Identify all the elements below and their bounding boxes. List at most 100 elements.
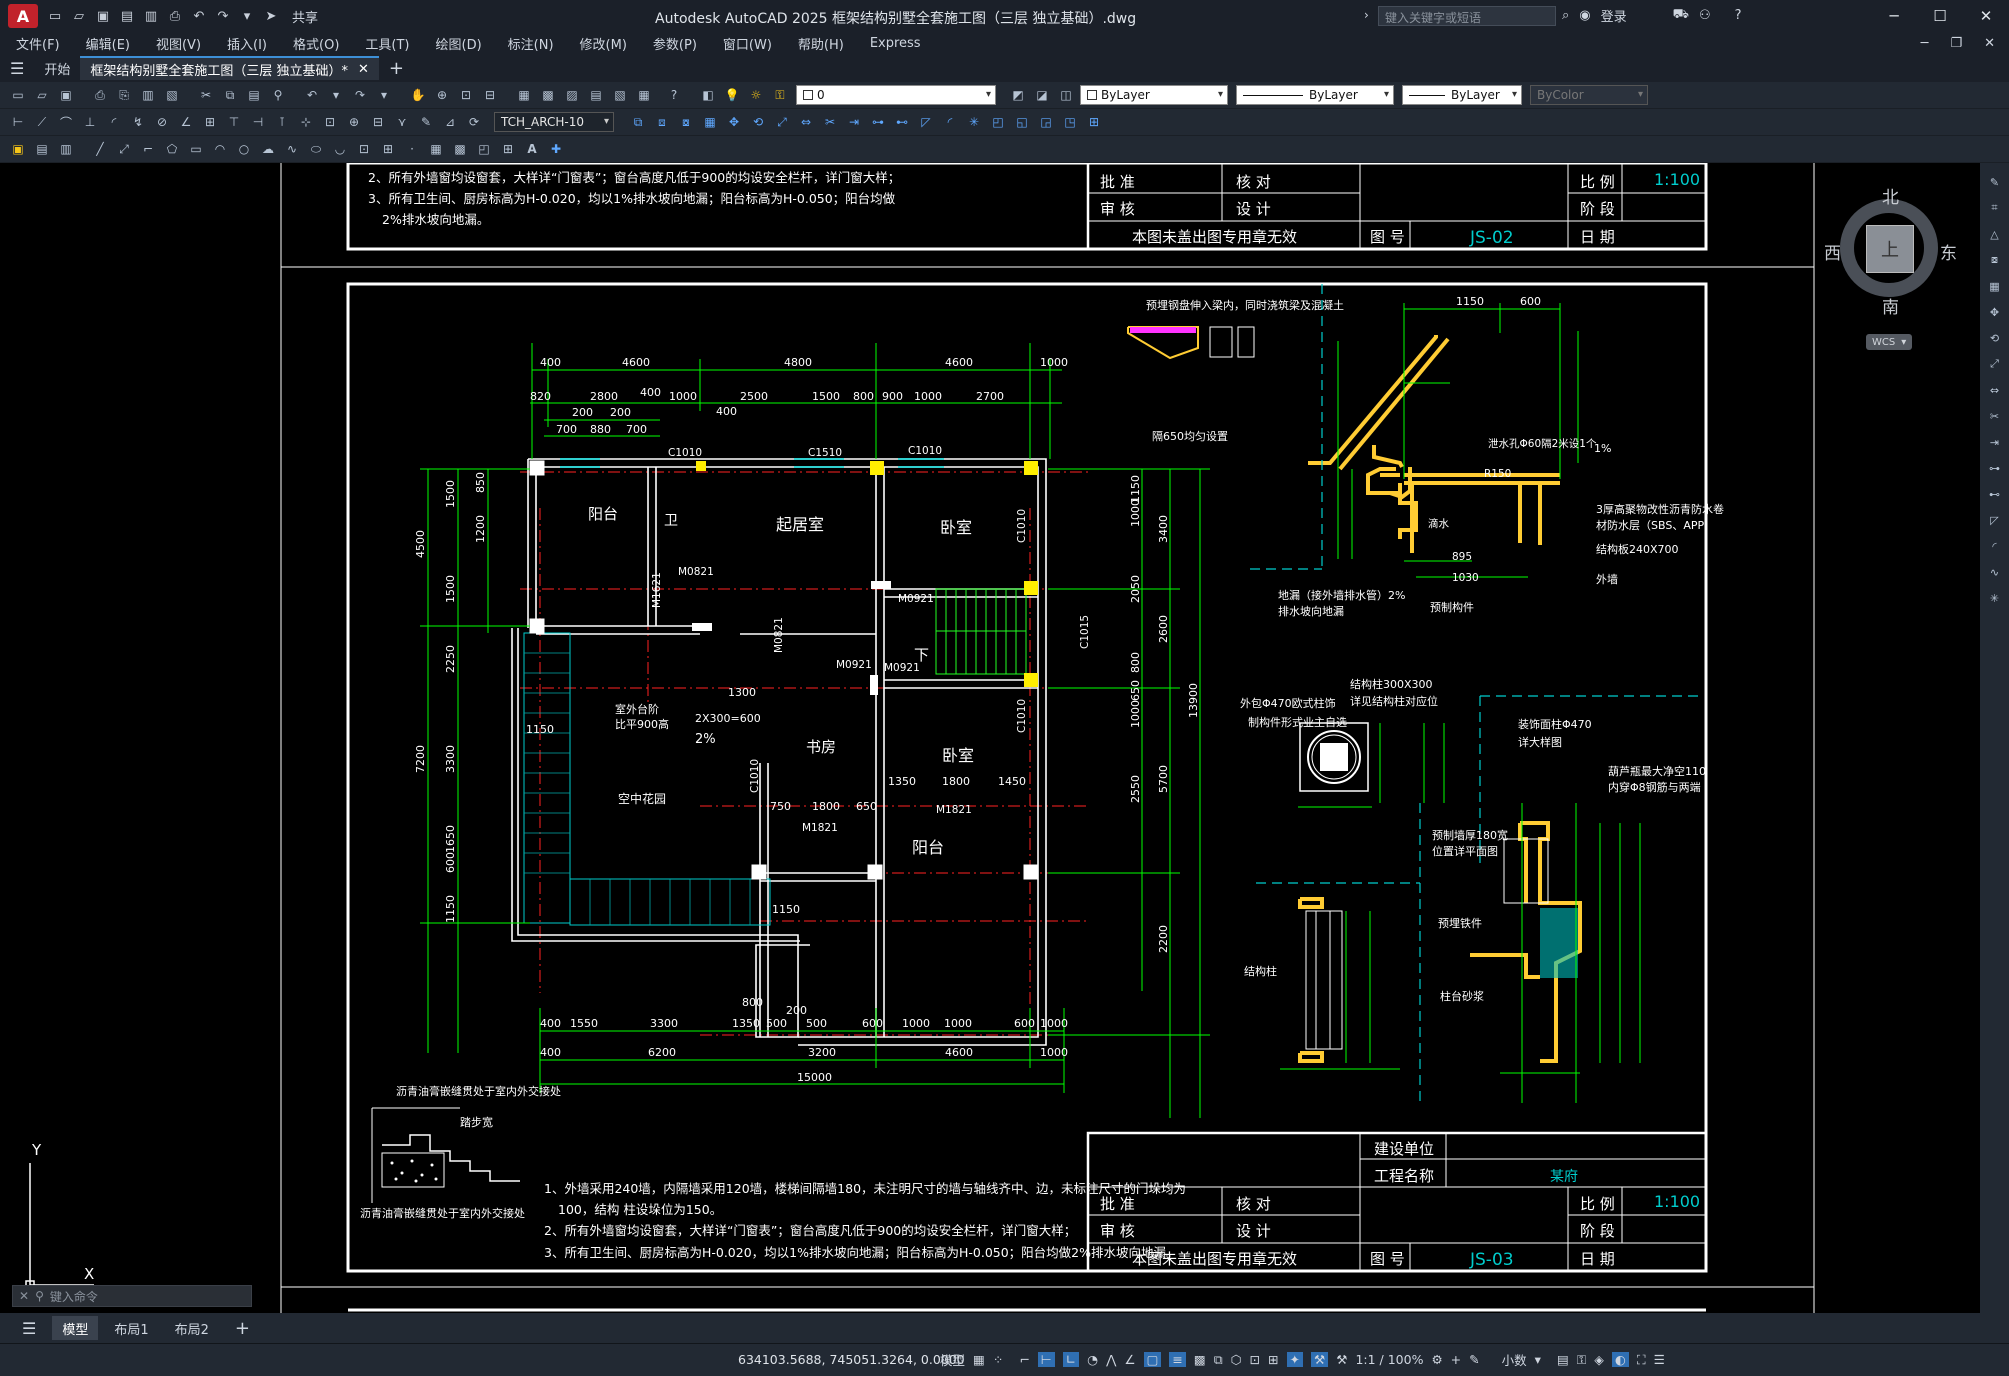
scale-icon[interactable]: ⤢ [1986, 355, 2004, 373]
command-settings-icon[interactable]: ⚲ [35, 1289, 44, 1303]
tab-layout2[interactable]: 布局2 [165, 1316, 219, 1340]
join-icon[interactable]: ⊷ [892, 112, 912, 132]
design-center-icon[interactable]: ▩ [538, 85, 558, 105]
tab-start[interactable]: 开始 [34, 56, 80, 80]
sheet-set-icon[interactable]: ▤ [586, 85, 606, 105]
properties-icon[interactable]: ▦ [514, 85, 534, 105]
dynamic-input-icon[interactable]: ⊢ [1037, 1352, 1055, 1367]
layer-previous-icon[interactable]: ◪ [1032, 85, 1052, 105]
login-button[interactable]: 登录 [1601, 6, 1627, 25]
calculator-icon[interactable]: ▦ [634, 85, 654, 105]
plot-preview-icon[interactable]: ⎘ [114, 85, 134, 105]
layer-states-icon[interactable]: ◫ [1056, 85, 1076, 105]
workspace-icon[interactable]: ⚙ [1431, 1352, 1442, 1367]
save-icon[interactable]: ▣ [56, 85, 76, 105]
undo-icon[interactable]: ↶ [190, 7, 208, 25]
break-icon[interactable]: ⊶ [868, 112, 888, 132]
lock-ui-icon[interactable]: ⚿ [1577, 1352, 1587, 1368]
block-icon[interactable]: ◳ [1060, 112, 1080, 132]
new-icon[interactable]: ▭ [8, 85, 28, 105]
baseline-dim-icon[interactable]: ⊤ [224, 112, 244, 132]
layer-properties-icon[interactable]: ◧ [698, 85, 718, 105]
xline-icon[interactable]: ⤢ [114, 139, 134, 159]
menu-modify[interactable]: 修改(M) [580, 34, 627, 53]
undo-dropdown-icon[interactable]: ▾ [326, 85, 346, 105]
customize-dropdown-icon[interactable]: ▾ [238, 7, 256, 25]
drawing-canvas[interactable]: 2、所有外墙窗均设窗套，大样详“门窗表”；窗台高度凡低于900的均设安全栏杆，详… [0, 163, 1980, 1313]
make-block-icon[interactable]: ⊞ [378, 139, 398, 159]
cart-icon[interactable]: ⛟ [1673, 7, 1689, 24]
customization-icon[interactable]: ☰ [1654, 1352, 1665, 1367]
zoom-window-icon[interactable]: ⊡ [456, 85, 476, 105]
layer-walk-icon[interactable]: ▥ [56, 139, 76, 159]
search-icon[interactable]: ⌕ [1562, 8, 1569, 23]
hatch-icon[interactable]: ▦ [426, 139, 446, 159]
doc-minimize-icon[interactable]: ─ [1921, 36, 1929, 51]
linear-dim-icon[interactable]: ⊢ [8, 112, 28, 132]
dynamic-ucs-icon[interactable]: ⊡ [1250, 1352, 1260, 1367]
polygon-icon[interactable]: ⬠ [162, 139, 182, 159]
graphics-performance-icon[interactable]: ◐ [1611, 1352, 1629, 1367]
tab-drawing[interactable]: 框架结构别墅全套施工图（三层 独立基础）* ✕ [80, 56, 379, 80]
redo-icon[interactable]: ↷ [214, 7, 232, 25]
extend-icon[interactable]: ⇥ [1986, 433, 2004, 451]
ellipse-arc-icon[interactable]: ◡ [330, 139, 350, 159]
explode-icon[interactable]: ✳ [1986, 589, 2004, 607]
rotate-icon[interactable]: ⟲ [748, 112, 768, 132]
new-tab-icon[interactable]: + [379, 56, 414, 80]
tab-layout1[interactable]: 布局1 [104, 1316, 158, 1340]
menu-edit[interactable]: 编辑(E) [86, 34, 130, 53]
application-menu-button[interactable]: A [8, 4, 38, 28]
coordinate-readout[interactable]: 634103.5688, 745051.3264, 0.0000 [738, 1352, 965, 1367]
auto-scale-icon[interactable]: ⚒ [1336, 1352, 1347, 1367]
layer-freeze-icon[interactable]: ☼ [746, 85, 766, 105]
radius-dim-icon[interactable]: ◜ [104, 112, 124, 132]
fillet-icon[interactable]: ◜ [1986, 537, 2004, 555]
extend-icon[interactable]: ⇥ [844, 112, 864, 132]
tab-menu-icon[interactable]: ☰ [0, 56, 34, 80]
tool-palettes-icon[interactable]: ▨ [562, 85, 582, 105]
save-icon[interactable]: ▣ [94, 7, 112, 25]
gradient-icon[interactable]: ▩ [450, 139, 470, 159]
viewcube-east[interactable]: 东 [1940, 239, 1957, 264]
ordinate-dim-icon[interactable]: ⊥ [80, 112, 100, 132]
clean-screen-icon[interactable]: ⛶ [1637, 1352, 1646, 1368]
isolate-objects-icon[interactable]: ◈ [1594, 1352, 1604, 1367]
menu-view[interactable]: 视图(V) [156, 34, 201, 53]
menu-insert[interactable]: 插入(I) [227, 34, 267, 53]
layer-on-icon[interactable]: 💡 [722, 85, 742, 105]
circle-icon[interactable]: ○ [234, 139, 254, 159]
point-icon[interactable]: · [402, 139, 422, 159]
continue-dim-icon[interactable]: ⊣ [248, 112, 268, 132]
wcs-menu[interactable]: WCS ▾ [1866, 334, 1912, 350]
object-snap-icon[interactable]: ▢ [1143, 1352, 1162, 1367]
copy-icon[interactable]: ⧉ [628, 112, 648, 132]
insert-icon[interactable]: ⊞ [1084, 112, 1104, 132]
transparency-icon[interactable]: ▩ [1194, 1352, 1206, 1367]
markup-icon[interactable]: ▧ [610, 85, 630, 105]
paste-special-icon[interactable]: ▣ [8, 139, 28, 159]
tolerance-icon[interactable]: ⊡ [320, 112, 340, 132]
menu-window[interactable]: 窗口(W) [723, 34, 772, 53]
menu-tools[interactable]: 工具(T) [365, 34, 409, 53]
undo-icon[interactable]: ↶ [302, 85, 322, 105]
annotation-scale[interactable]: 1:1 / 100% [1355, 1352, 1423, 1367]
fillet-icon[interactable]: ◜ [940, 112, 960, 132]
chevron-down-icon[interactable]: ▾ [1535, 1352, 1541, 1367]
snap-icon[interactable]: ⁘ [993, 1352, 1003, 1367]
dim-break-icon[interactable]: ⊹ [296, 112, 316, 132]
offset-icon[interactable]: ⧇ [676, 112, 696, 132]
dim-edit-icon[interactable]: ✎ [416, 112, 436, 132]
mirror-icon[interactable]: ⧈ [652, 112, 672, 132]
infer-icon[interactable]: ⌐ [1019, 1352, 1029, 1367]
offset-icon[interactable]: ⧇ [1986, 251, 2004, 269]
stretch-icon[interactable]: ⇔ [796, 112, 816, 132]
center-mark-icon[interactable]: ⊕ [344, 112, 364, 132]
zoom-previous-icon[interactable]: ⊟ [480, 85, 500, 105]
quick-dim-icon[interactable]: ⊞ [200, 112, 220, 132]
expand-search-icon[interactable]: › [1364, 8, 1369, 22]
add-layout-icon[interactable]: + [225, 1316, 260, 1340]
linetype-dropdown[interactable]: ByLayer ▾ [1236, 85, 1394, 105]
chamfer-icon[interactable]: ◸ [1986, 511, 2004, 529]
lineweight-dropdown[interactable]: ByLayer ▾ [1402, 85, 1522, 105]
